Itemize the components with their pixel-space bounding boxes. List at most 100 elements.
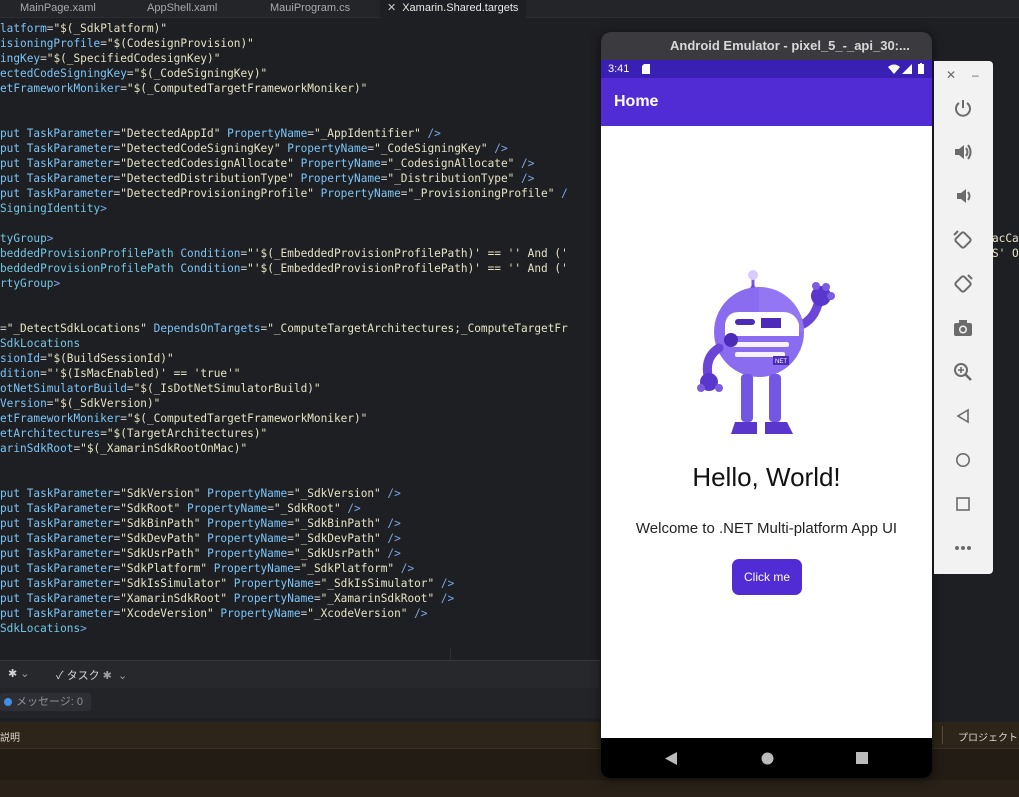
code-line: etFrameworkMoniker="$(_ComputedTargetFra… — [0, 411, 367, 426]
code-token: SigningIdentity — [0, 202, 101, 215]
code-token: = — [100, 427, 107, 440]
code-line: put TaskParameter = "SdkIsSimulator" Prope… — [0, 576, 454, 591]
volume-down-icon[interactable] — [950, 183, 976, 209]
rotate-left-icon[interactable] — [950, 227, 976, 253]
status-time: 3:41 — [608, 63, 630, 75]
code-token: TaskParameter — [26, 607, 114, 620]
back-icon[interactable] — [950, 403, 976, 429]
nav-back-icon[interactable] — [665, 752, 677, 765]
dotnet-bot-image: NET — [697, 270, 835, 434]
wifi-icon — [888, 64, 900, 74]
code-token: ectedCodeSigningKey — [0, 67, 127, 80]
code-line: put TaskParameter = "SdkBinPath" PropertyN… — [0, 516, 401, 531]
code-line: sionId="$(BuildSessionId)" — [0, 351, 174, 366]
power-icon[interactable] — [950, 95, 976, 121]
code-token: put — [0, 487, 27, 500]
code-overflow-text: S' O — [992, 247, 1019, 260]
code-token: = — [287, 547, 294, 560]
code-token: /> — [387, 487, 401, 500]
code-token: etFrameworkMoniker — [0, 82, 121, 95]
emulator-toolbar: ✕ – — [934, 61, 993, 574]
code-token: PropertyName — [207, 517, 288, 530]
volume-up-icon[interactable] — [950, 139, 976, 165]
code-token: "_SdkBinPath" — [293, 517, 388, 530]
nav-home-icon[interactable] — [761, 752, 774, 765]
column-separator — [942, 726, 943, 744]
code-line: ingKey="$(_SpecifiedCodesignKey)" — [0, 51, 220, 66]
nav-overview-icon[interactable] — [856, 752, 868, 764]
code-token: PropertyName — [300, 157, 381, 170]
code-token: PropertyName — [233, 592, 314, 605]
more-icon[interactable] — [950, 535, 976, 561]
code-token: beddedProvisionProfilePath — [0, 247, 181, 260]
code-token: "_DetectSdkLocations" — [6, 322, 154, 335]
tab-label: Xamarin.Shared.targets — [402, 2, 519, 14]
code-token: = — [40, 52, 47, 65]
overview-icon[interactable] — [950, 491, 976, 517]
code-token: "_XcodeVersion" — [307, 607, 415, 620]
rotate-right-icon[interactable] — [950, 271, 976, 297]
code-token: put — [0, 127, 27, 140]
code-token: TaskParameter — [26, 157, 114, 170]
zoom-icon[interactable] — [950, 359, 976, 385]
code-token: TaskParameter — [26, 487, 114, 500]
code-token: put — [0, 187, 27, 200]
page-title: Home — [614, 93, 659, 110]
close-tab-icon[interactable]: ✕ — [387, 2, 396, 14]
tab-xamarin-shared-targets[interactable]: ✕ Xamarin.Shared.targets — [380, 0, 527, 18]
pin-icon[interactable]: ✱ ⌄ — [8, 667, 30, 680]
code-token: put — [0, 607, 27, 620]
code-token: = — [313, 592, 321, 605]
code-token: ingKey — [0, 52, 41, 65]
code-token: = — [267, 502, 274, 515]
code-token: PropertyName — [233, 577, 314, 590]
code-token: /> — [440, 577, 455, 590]
tab-appshell-xaml[interactable]: AppShell.xaml — [147, 0, 217, 17]
camera-icon[interactable] — [950, 315, 976, 341]
column-project[interactable]: プロジェクト — [958, 729, 1018, 744]
code-token: / — [561, 187, 568, 200]
code-line: SigningIdentity> — [0, 201, 107, 216]
column-description[interactable]: 説明 — [0, 729, 20, 744]
code-token: = — [293, 562, 301, 575]
code-token: PropertyName — [287, 142, 368, 155]
code-token: = — [287, 487, 294, 500]
code-token: > — [46, 232, 54, 245]
code-line: put TaskParameter="DetectedCodesignAlloc… — [0, 156, 534, 171]
minimize-emulator-icon[interactable]: – — [972, 68, 979, 82]
code-token: = — [0, 322, 7, 335]
click-me-button[interactable]: Click me — [732, 559, 802, 595]
code-token: DependsOnTargets — [153, 322, 261, 335]
code-line: isioningProfile="$(CodesignProvision)" — [0, 36, 254, 51]
code-line: put TaskParameter="DetectedCodeSigningKe… — [0, 141, 508, 156]
messages-filter[interactable]: メッセージ: 0 — [0, 693, 92, 711]
code-token: "SdkDevPath" — [120, 532, 208, 545]
code-token: TaskParameter — [26, 517, 114, 530]
tab-mainpage-xaml[interactable]: MainPage.xaml — [20, 0, 96, 17]
code-token: tyGroup — [0, 232, 47, 245]
tab-tasks[interactable]: ✓ タスク ✱ ⌄ — [56, 667, 127, 683]
code-token: = — [120, 412, 127, 425]
code-token: "$(_ComputedTargetFrameworkMoniker)" — [126, 412, 368, 425]
code-token: arinSdkRoot — [0, 442, 74, 455]
code-token: put — [0, 172, 27, 185]
code-line: SdkLocations — [0, 336, 80, 351]
close-emulator-icon[interactable]: ✕ — [946, 68, 956, 82]
code-token: PropertyName — [320, 187, 401, 200]
code-token: TaskParameter — [26, 172, 114, 185]
code-line: otNetSimulatorBuild="$(_IsDotNetSimulato… — [0, 381, 321, 396]
code-token: "_SdkDevPath" — [293, 532, 388, 545]
code-line: put TaskParameter = "DetectedAppId" Proper… — [0, 126, 441, 141]
home-icon[interactable] — [950, 447, 976, 473]
code-line: ="_DetectSdkLocations" DependsOnTargets=… — [0, 321, 568, 336]
code-token: SdkLocations — [0, 622, 81, 635]
tab-mauiprogram-cs[interactable]: MauiProgram.cs — [270, 0, 350, 17]
code-token: TaskParameter — [26, 562, 114, 575]
code-token: "_ComputeTargetArchitectures;_ComputeTar… — [267, 322, 568, 335]
code-line: Version="$(_SdkVersion)" — [0, 396, 160, 411]
code-token: "SdkUsrPath" — [120, 547, 208, 560]
code-token: "$(_CodeSigningKey)" — [133, 67, 268, 80]
code-token: = — [307, 127, 314, 140]
info-icon — [4, 698, 12, 706]
emulator-title-bar[interactable]: Android Emulator - pixel_5_-_api_30:... — [601, 32, 932, 60]
